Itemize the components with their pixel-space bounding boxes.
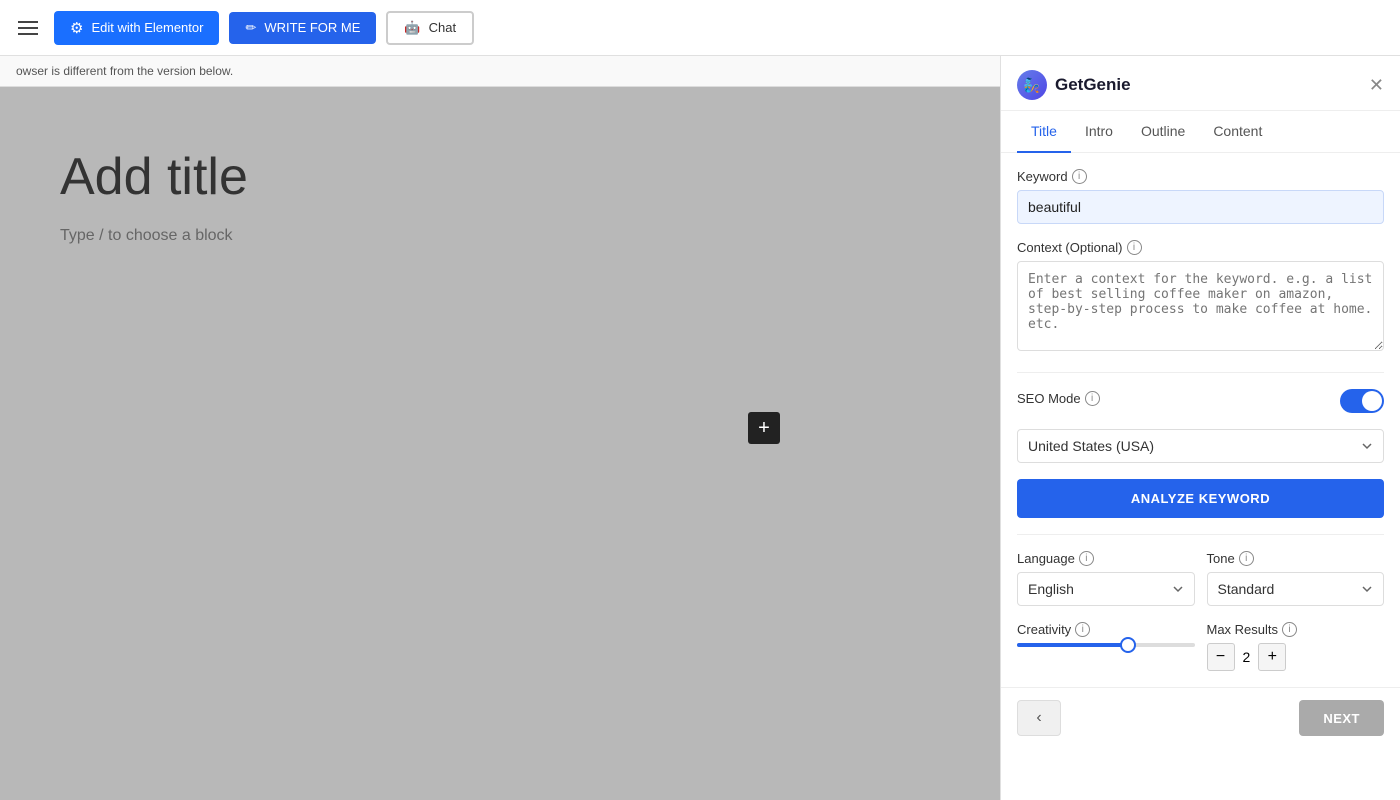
language-info-icon[interactable]: i [1079,551,1094,566]
editor-area: owser is different from the version belo… [0,56,1000,800]
write-label: WRITE FOR ME [264,20,360,35]
editor-notice: owser is different from the version belo… [0,56,1000,87]
context-field: Context (Optional) i [1017,240,1384,356]
edit-elementor-button[interactable]: ⚙ Edit with Elementor [54,11,219,45]
language-select[interactable]: English Spanish French German [1017,572,1195,606]
analyze-keyword-button[interactable]: ANALYZE KEYWORD [1017,479,1384,518]
creativity-slider-fill [1017,643,1124,647]
topbar: ⚙ Edit with Elementor ✏ WRITE FOR ME 🤖 C… [0,0,1400,56]
toggle-knob [1362,391,1382,411]
seo-mode-label: SEO Mode i [1017,391,1100,406]
close-icon: ✕ [1369,75,1384,95]
keyword-input[interactable] [1017,190,1384,224]
editor-canvas[interactable]: Add title Type / to choose a block [0,87,1000,800]
chat-label: Chat [429,20,456,35]
panel-content: Keyword i Context (Optional) i SEO Mode … [1001,153,1400,687]
panel-logo: 🧞 GetGenie [1017,70,1131,100]
keyword-info-icon[interactable]: i [1072,169,1087,184]
elementor-icon: ⚙ [70,19,83,37]
keyword-field: Keyword i [1017,169,1384,224]
plus-icon: + [758,417,770,440]
next-button[interactable]: NEXT [1299,700,1384,736]
creativity-label: Creativity i [1017,622,1195,637]
editor-block-hint: Type / to choose a block [60,227,940,245]
seo-mode-toggle[interactable] [1340,389,1384,413]
language-label: Language i [1017,551,1195,566]
divider-1 [1017,372,1384,373]
max-results-label: Max Results i [1207,622,1385,637]
tab-outline[interactable]: Outline [1127,111,1199,153]
getgenie-logo-icon: 🧞 [1017,70,1047,100]
right-panel: 🧞 GetGenie ✕ Title Intro Outline Content [1000,56,1400,800]
editor-add-block-button[interactable]: + [748,412,780,444]
tab-intro[interactable]: Intro [1071,111,1127,153]
creativity-field: Creativity i [1017,622,1195,671]
max-results-field: Max Results i − 2 + [1207,622,1385,671]
panel-footer: ‹ NEXT [1001,687,1400,748]
write-icon: ✏ [245,20,256,36]
back-button[interactable]: ‹ [1017,700,1061,736]
max-results-value: 2 [1243,649,1251,665]
tone-info-icon[interactable]: i [1239,551,1254,566]
panel-tabs: Title Intro Outline Content [1001,111,1400,153]
max-results-info-icon[interactable]: i [1282,622,1297,637]
edit-elementor-label: Edit with Elementor [91,20,203,35]
keyword-label: Keyword i [1017,169,1384,184]
max-results-decrement-button[interactable]: − [1207,643,1235,671]
max-results-increment-button[interactable]: + [1258,643,1286,671]
divider-2 [1017,534,1384,535]
chat-icon: 🤖 [404,20,420,36]
tab-title[interactable]: Title [1017,111,1071,153]
main-layout: owser is different from the version belo… [0,56,1400,800]
chat-button[interactable]: 🤖 Chat [386,11,474,45]
language-tone-row: Language i English Spanish French German… [1017,551,1384,606]
creativity-info-icon[interactable]: i [1075,622,1090,637]
country-select[interactable]: United States (USA) United Kingdom Canad… [1017,429,1384,463]
language-field: Language i English Spanish French German [1017,551,1195,606]
creativity-slider-thumb[interactable] [1120,637,1136,653]
back-icon: ‹ [1036,709,1041,727]
context-info-icon[interactable]: i [1127,240,1142,255]
context-textarea[interactable] [1017,261,1384,351]
tone-label: Tone i [1207,551,1385,566]
panel-header: 🧞 GetGenie ✕ [1001,56,1400,111]
creativity-slider-track[interactable] [1017,643,1195,647]
tab-content[interactable]: Content [1199,111,1276,153]
panel-close-button[interactable]: ✕ [1369,75,1384,96]
context-label: Context (Optional) i [1017,240,1384,255]
editor-title[interactable]: Add title [60,147,940,207]
tone-field: Tone i Standard Formal Casual Creative [1207,551,1385,606]
seo-mode-info-icon[interactable]: i [1085,391,1100,406]
write-for-me-button[interactable]: ✏ WRITE FOR ME [229,12,376,44]
country-field: United States (USA) United Kingdom Canad… [1017,429,1384,463]
panel-logo-text: GetGenie [1055,75,1131,95]
creativity-results-row: Creativity i Max Results i − 2 [1017,622,1384,671]
tone-select[interactable]: Standard Formal Casual Creative [1207,572,1385,606]
seo-mode-row: SEO Mode i [1017,389,1384,413]
hamburger-menu[interactable] [12,15,44,41]
